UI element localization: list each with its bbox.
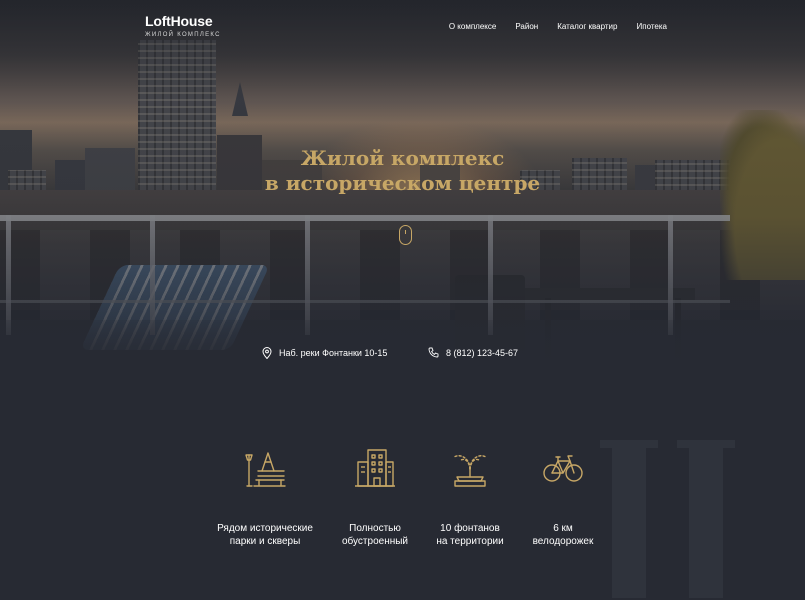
feature-line1: 6 км: [553, 523, 573, 534]
feature-text: 6 км велодорожек: [498, 522, 628, 548]
hero-overlay: [0, 0, 805, 395]
mouse-scroll-icon[interactable]: [399, 225, 412, 245]
nav-item-district[interactable]: Район: [515, 22, 538, 31]
feature-line2: на территории: [436, 536, 504, 547]
nav-item-about[interactable]: О комплексе: [449, 22, 496, 31]
nav-item-mortgage[interactable]: Ипотека: [636, 22, 667, 31]
phone-contact[interactable]: 8 (812) 123-45-67: [428, 347, 518, 358]
address-text: Наб. реки Фонтанки 10-15: [279, 348, 388, 358]
feature-line2: парки и скверы: [229, 536, 301, 547]
hero-title-line1: Жилой комплекс: [300, 146, 505, 170]
bicycle-icon: [543, 455, 583, 482]
phone-text: 8 (812) 123-45-67: [446, 347, 519, 358]
logo-title: LoftHouse: [145, 13, 213, 29]
landing-page: LoftHouse ЖИЛОЙ КОМПЛЕКС О комплексе Рай…: [0, 0, 805, 600]
buildings-icon: [355, 449, 395, 487]
hero-title: Жилой комплекс в историческом центре: [0, 146, 805, 196]
park-bench-icon: [245, 452, 286, 487]
feature-line1: Рядом исторические: [217, 523, 313, 534]
hero-title-line2: в историческом центре: [264, 171, 541, 195]
feature-line2: обустроенный: [341, 536, 409, 547]
hero-photo: [0, 0, 805, 395]
address-contact: Наб. реки Фонтанки 10-15: [262, 347, 387, 359]
phone-icon: [428, 347, 439, 358]
main-nav: О комплексе Район Каталог квартир Ипотек…: [449, 22, 667, 31]
feature-line1: 10 фонтанов: [440, 523, 500, 534]
feature-bike-lanes: 6 км велодорожек: [498, 447, 628, 548]
logo[interactable]: LoftHouse ЖИЛОЙ КОМПЛЕКС: [145, 13, 221, 38]
map-pin-icon: [262, 347, 272, 359]
feature-line2: велодорожек: [532, 536, 594, 547]
logo-subtitle: ЖИЛОЙ КОМПЛЕКС: [145, 32, 221, 38]
feature-line1: Полностью: [349, 523, 401, 534]
nav-item-catalog[interactable]: Каталог квартир: [557, 22, 617, 31]
fountain-icon: [453, 455, 487, 487]
